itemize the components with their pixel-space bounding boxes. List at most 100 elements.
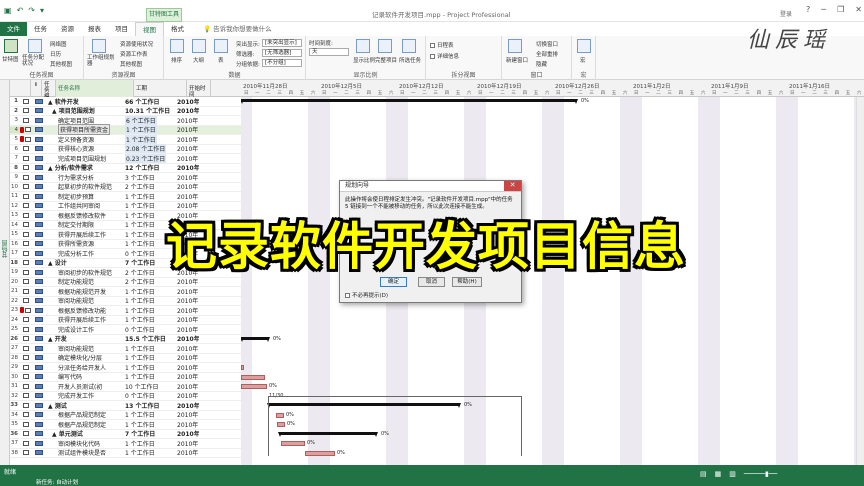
duration-cell[interactable]: 1 个工作日 — [123, 306, 176, 315]
duration-cell[interactable]: 12 个工作日 — [123, 163, 176, 172]
row-id[interactable]: 23 — [10, 307, 20, 313]
login-link[interactable]: 登录 — [780, 9, 792, 18]
table-row[interactable]: 38 测试组件模块是否 1 个工作日 2010年 — [10, 448, 241, 458]
mode-cell[interactable] — [31, 135, 45, 144]
task-bar[interactable] — [241, 384, 267, 389]
mode-cell[interactable] — [31, 230, 45, 239]
task-name-cell[interactable]: ▲ 分析/软件需求 — [45, 163, 123, 172]
row-id[interactable]: 21 — [10, 288, 20, 294]
duration-cell[interactable]: 1 个工作日 — [123, 287, 176, 296]
dialog-cancel-button[interactable]: 取消 — [418, 277, 445, 287]
tell-me-box[interactable]: 💡 告诉我你想要做什么 — [191, 22, 279, 36]
table-row[interactable]: 22 审阅功能规范 1 个工作日 2010年 — [10, 296, 241, 306]
table-row[interactable]: 21 根据功能规范开发 1 个工作日 2010年 — [10, 287, 241, 297]
macro-button[interactable]: 宏 — [580, 56, 586, 64]
tab-project[interactable]: 项目 — [108, 22, 135, 36]
task-name-cell[interactable]: 完成设计工作 — [45, 325, 123, 334]
table-row[interactable]: 23 根据反馈修改功能 1 个工作日 2010年 — [10, 306, 241, 316]
sort-button[interactable]: 排序 — [171, 56, 182, 64]
row-id[interactable]: 4 — [10, 126, 20, 133]
start-cell[interactable]: 2010年 — [176, 353, 199, 362]
duration-cell[interactable]: 3 个工作日 — [123, 173, 176, 182]
task-name-cell[interactable]: 工作组共同审阅 — [45, 201, 123, 210]
table-row[interactable]: 26 ▲ 开发 15.5 个工作日 2010年 — [10, 334, 241, 344]
dont-show-checkbox[interactable]: 不必再提示(D) — [345, 291, 388, 299]
mode-cell[interactable] — [31, 116, 45, 125]
duration-cell[interactable]: 1 个工作日 — [123, 420, 176, 429]
summary-bar[interactable] — [241, 99, 578, 104]
start-cell[interactable]: 2010年 — [176, 372, 199, 381]
duration-cell[interactable]: 1 个工作日 — [123, 192, 176, 201]
mode-cell[interactable] — [31, 182, 45, 191]
start-cell[interactable]: 2010年 — [176, 192, 199, 201]
task-name-cell[interactable]: 根据产品规范制定 — [45, 410, 123, 419]
duration-cell[interactable]: 66 个工作日 — [123, 97, 176, 106]
redo-icon[interactable]: ↷ — [28, 6, 35, 15]
row-id[interactable]: 30 — [10, 374, 20, 380]
start-cell[interactable]: 2010年 — [176, 344, 199, 353]
task-name-cell[interactable]: ▲ 测试 — [45, 401, 123, 410]
start-cell[interactable]: 2010年 — [176, 420, 199, 429]
table-row[interactable]: 33 ▲ 测试 13 个工作日 2010年 — [10, 401, 241, 411]
task-bar[interactable] — [241, 365, 244, 370]
mode-cell[interactable] — [31, 401, 45, 410]
task-name-cell[interactable]: 审阅初步的软件规范 — [45, 268, 123, 277]
duration-cell[interactable]: 2.08 个工作日 — [123, 144, 176, 154]
row-id[interactable]: 9 — [10, 174, 20, 180]
table-row[interactable]: 10 起草初步的软件规范 2 个工作日 2010年 — [10, 182, 241, 192]
mode-cell[interactable] — [31, 334, 45, 343]
row-id[interactable]: 24 — [10, 317, 20, 323]
table-row[interactable]: 36 ▲ 单元测试 7 个工作日 2010年 — [10, 429, 241, 439]
start-cell[interactable]: 2010年 — [176, 429, 199, 438]
mode-cell[interactable] — [31, 192, 45, 201]
mode-cell[interactable] — [31, 249, 45, 258]
start-cell[interactable]: 2010年 — [176, 125, 199, 134]
task-name-cell[interactable]: 获得项目所需资金 — [45, 124, 123, 136]
task-name-cell[interactable]: 测试组件模块是否 — [45, 448, 123, 457]
mode-cell[interactable] — [31, 258, 45, 267]
mode-cell[interactable] — [31, 106, 45, 115]
table-row[interactable]: 4 获得项目所需资金 1 个工作日 2010年 — [10, 124, 241, 136]
zoom-button[interactable]: 显示比例 — [353, 56, 375, 64]
row-id[interactable]: 7 — [10, 155, 20, 161]
task-name-cell[interactable]: 编写代码 — [45, 372, 123, 381]
mode-cell[interactable] — [31, 325, 45, 334]
timeline-checkbox[interactable]: 日程表 — [430, 41, 454, 49]
start-cell[interactable]: 2010年 — [176, 363, 199, 372]
table-row[interactable]: 24 获得开展后续工作 1 个工作日 2010年 — [10, 315, 241, 325]
task-bar[interactable] — [241, 374, 265, 380]
row-id[interactable]: 10 — [10, 184, 20, 190]
task-name-cell[interactable]: 获得核心资源 — [45, 144, 123, 153]
row-id[interactable]: 14 — [10, 222, 20, 228]
restore-button[interactable]: ❐ — [837, 5, 844, 14]
info-column-header[interactable]: i — [31, 80, 42, 97]
duration-cell[interactable]: 0 个工作日 — [123, 391, 176, 400]
task-name-cell[interactable]: 完成分析工作 — [45, 249, 123, 258]
row-id[interactable]: 8 — [10, 165, 20, 171]
tab-format[interactable]: 格式 — [164, 22, 191, 36]
row-id[interactable]: 36 — [10, 431, 20, 437]
start-cell[interactable]: 2010年 — [176, 439, 199, 448]
row-id[interactable]: 38 — [10, 450, 20, 456]
duration-cell[interactable]: 1 个工作日 — [123, 448, 176, 457]
mode-cell[interactable] — [31, 448, 45, 457]
help-icon[interactable]: ? — [806, 5, 810, 14]
mode-column-header[interactable]: 任务模式 — [42, 80, 56, 97]
summary-bar[interactable] — [241, 336, 270, 342]
table-row[interactable]: 34 根据产品规范制定 1 个工作日 2010年 — [10, 410, 241, 420]
start-cell[interactable]: 2010年 — [176, 116, 199, 125]
duration-cell[interactable]: 1 个工作日 — [123, 315, 176, 324]
table-row[interactable]: 7 完成项目范围规划 0.23 个工作日 2010年 — [10, 153, 241, 164]
table-row[interactable]: 35 根据产品规范制定 1 个工作日 2010年 — [10, 420, 241, 430]
dialog-ok-button[interactable]: 确定 — [380, 277, 407, 287]
details-check[interactable] — [430, 54, 435, 59]
mode-cell[interactable] — [31, 287, 45, 296]
task-name-cell[interactable]: 审阅功能规范 — [45, 296, 123, 305]
row-id[interactable]: 32 — [10, 393, 20, 399]
hide-window-button[interactable]: 隐藏 — [536, 60, 547, 68]
task-name-cell[interactable]: ▲ 开发 — [45, 334, 123, 343]
entire-project-button[interactable]: 完整项目 — [375, 56, 397, 64]
table-row[interactable]: 2 ▲ 项目范围规划 10.31 个工作日 2010年 — [10, 106, 241, 116]
network-diagram-button[interactable]: 网络图 — [50, 40, 67, 48]
undo-icon[interactable]: ↶ — [17, 6, 24, 15]
